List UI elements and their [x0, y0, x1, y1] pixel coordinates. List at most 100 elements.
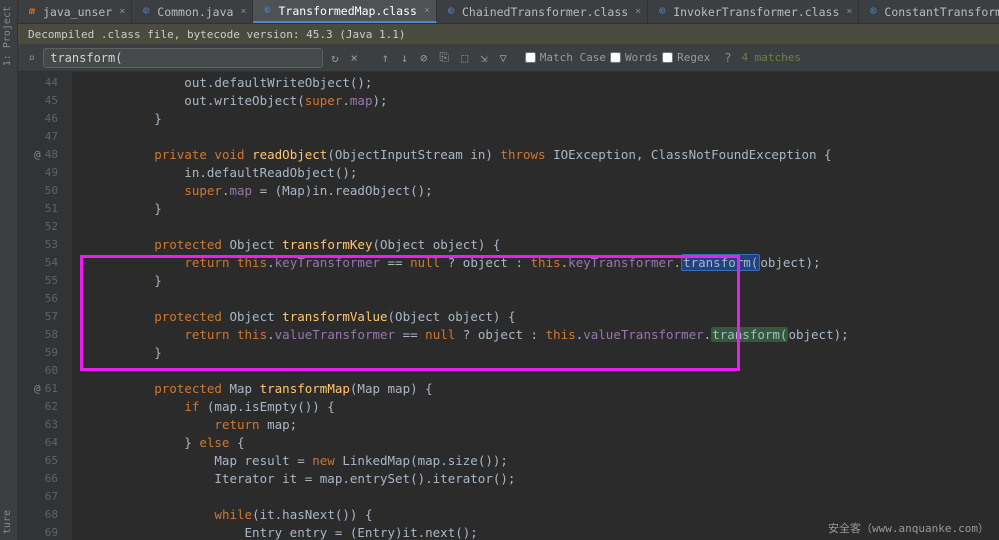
tab-label: Common.java — [157, 5, 233, 19]
line-number: 56 — [18, 290, 58, 308]
file-icon: © — [445, 6, 457, 18]
next-match[interactable]: ↓ — [397, 51, 412, 65]
line-number: 60 — [18, 362, 58, 380]
editor-tabs: m java_unser × © Common.java × © TransformedMap… — [18, 0, 999, 24]
code-line: if (map.isEmpty()) { — [94, 398, 999, 416]
code-line — [94, 290, 999, 308]
line-number: 49 — [18, 164, 58, 182]
export-all-icon[interactable]: ⇲ — [476, 51, 491, 65]
clear-icon[interactable]: × — [346, 51, 361, 65]
history-icon[interactable]: ↻ — [327, 51, 342, 65]
line-number: 63 — [18, 416, 58, 434]
file-icon: © — [261, 5, 273, 17]
code-line: protected Object transformValue(Object o… — [94, 308, 999, 326]
line-number: @48 — [18, 146, 58, 164]
code-line — [94, 488, 999, 506]
line-number: 58 — [18, 326, 58, 344]
regex-checkbox[interactable]: Regex — [662, 51, 710, 64]
code-line: out.writeObject(super.map); — [94, 92, 999, 110]
decompile-banner: Decompiled .class file, bytecode version… — [18, 24, 999, 44]
line-number: @61 — [18, 380, 58, 398]
tab-2[interactable]: © TransformedMap.class × — [253, 0, 437, 23]
code-line — [94, 218, 999, 236]
help-icon[interactable]: ? — [724, 51, 731, 65]
code-line: Map result = new LinkedMap(map.size()); — [94, 452, 999, 470]
find-tool-1[interactable]: ⊘ — [416, 51, 431, 65]
code-line: out.defaultWriteObject(); — [94, 74, 999, 92]
search-icon[interactable]: ⌕ — [24, 51, 39, 65]
line-number: 68 — [18, 506, 58, 524]
code-line: } else { — [94, 434, 999, 452]
main-area: m java_unser × © Common.java × © TransformedMap… — [18, 0, 999, 540]
code-line: private void readObject(ObjectInputStrea… — [94, 146, 999, 164]
code-area[interactable]: out.defaultWriteObject(); out.writeObjec… — [72, 72, 999, 540]
line-number: 46 — [18, 110, 58, 128]
line-number: 50 — [18, 182, 58, 200]
code-line: super.map = (Map)in.readObject(); — [94, 182, 999, 200]
tab-0[interactable]: m java_unser × — [18, 0, 132, 23]
file-icon: © — [867, 6, 879, 18]
tab-3[interactable]: © ChainedTransformer.class × — [437, 0, 648, 23]
line-number: 54 — [18, 254, 58, 272]
line-number: 62 — [18, 398, 58, 416]
project-tool-button[interactable]: 1: Project — [0, 0, 17, 72]
close-icon[interactable]: × — [424, 5, 430, 16]
find-bar: ⌕ ↻ × ↑ ↓ ⊘ ⎘ ⬚ ⇲ ▽ Match Case Words Reg… — [18, 44, 999, 72]
code-editor[interactable]: 44454647@48495051525354555657585960@6162… — [18, 72, 999, 540]
line-number: 69 — [18, 524, 58, 540]
line-number: 44 — [18, 74, 58, 92]
code-line: } — [94, 110, 999, 128]
prev-match[interactable]: ↑ — [378, 51, 393, 65]
line-number: 57 — [18, 308, 58, 326]
close-icon[interactable]: × — [240, 6, 246, 17]
watermark: 安全客（www.anquanke.com） — [828, 520, 989, 536]
code-line: in.defaultReadObject(); — [94, 164, 999, 182]
match-count: 4 matches — [741, 51, 801, 64]
line-number: 45 — [18, 92, 58, 110]
project-sidebar: 1: Project ture — [0, 0, 18, 540]
tab-label: InvokerTransformer.class — [673, 5, 839, 19]
line-number: 64 — [18, 434, 58, 452]
file-icon: © — [140, 6, 152, 18]
close-icon[interactable]: × — [119, 6, 125, 17]
tab-label: ChainedTransformer.class — [462, 5, 628, 19]
line-number: 59 — [18, 344, 58, 362]
line-number: 51 — [18, 200, 58, 218]
code-line: } — [94, 272, 999, 290]
tab-label: ConstantTransformer.class — [884, 5, 999, 19]
code-line: } — [94, 200, 999, 218]
tab-1[interactable]: © Common.java × — [132, 0, 253, 23]
structure-tool-button[interactable]: ture — [0, 504, 17, 540]
code-line: return map; — [94, 416, 999, 434]
code-line: Iterator it = map.entrySet().iterator(); — [94, 470, 999, 488]
search-input[interactable] — [43, 48, 323, 68]
filter-icon[interactable]: ▽ — [495, 51, 510, 65]
file-icon: © — [656, 6, 668, 18]
code-line: protected Map transformMap(Map map) { — [94, 380, 999, 398]
line-number: 47 — [18, 128, 58, 146]
code-line: return this.valueTransformer == null ? o… — [94, 326, 999, 344]
words-checkbox[interactable]: Words — [610, 51, 658, 64]
tab-label: TransformedMap.class — [278, 4, 416, 18]
tab-label: java_unser — [43, 5, 112, 19]
tab-4[interactable]: © InvokerTransformer.class × — [648, 0, 859, 23]
line-number: 55 — [18, 272, 58, 290]
line-number: 52 — [18, 218, 58, 236]
line-number: 67 — [18, 488, 58, 506]
select-all-icon[interactable]: ⬚ — [457, 51, 472, 65]
line-number: 65 — [18, 452, 58, 470]
gutter: 44454647@48495051525354555657585960@6162… — [18, 72, 72, 540]
code-line — [94, 362, 999, 380]
code-line: protected Object transformKey(Object obj… — [94, 236, 999, 254]
tab-5[interactable]: ©ConstantTransformer.class× — [859, 0, 999, 23]
match-case-checkbox[interactable]: Match Case — [525, 51, 606, 64]
close-icon[interactable]: × — [635, 6, 641, 17]
add-selection-icon[interactable]: ⎘ — [435, 50, 453, 65]
line-number: 66 — [18, 470, 58, 488]
code-line — [94, 128, 999, 146]
line-number: 53 — [18, 236, 58, 254]
code-line: } — [94, 344, 999, 362]
close-icon[interactable]: × — [846, 6, 852, 17]
code-line: return this.keyTransformer == null ? obj… — [94, 254, 999, 272]
file-icon: m — [26, 6, 38, 18]
